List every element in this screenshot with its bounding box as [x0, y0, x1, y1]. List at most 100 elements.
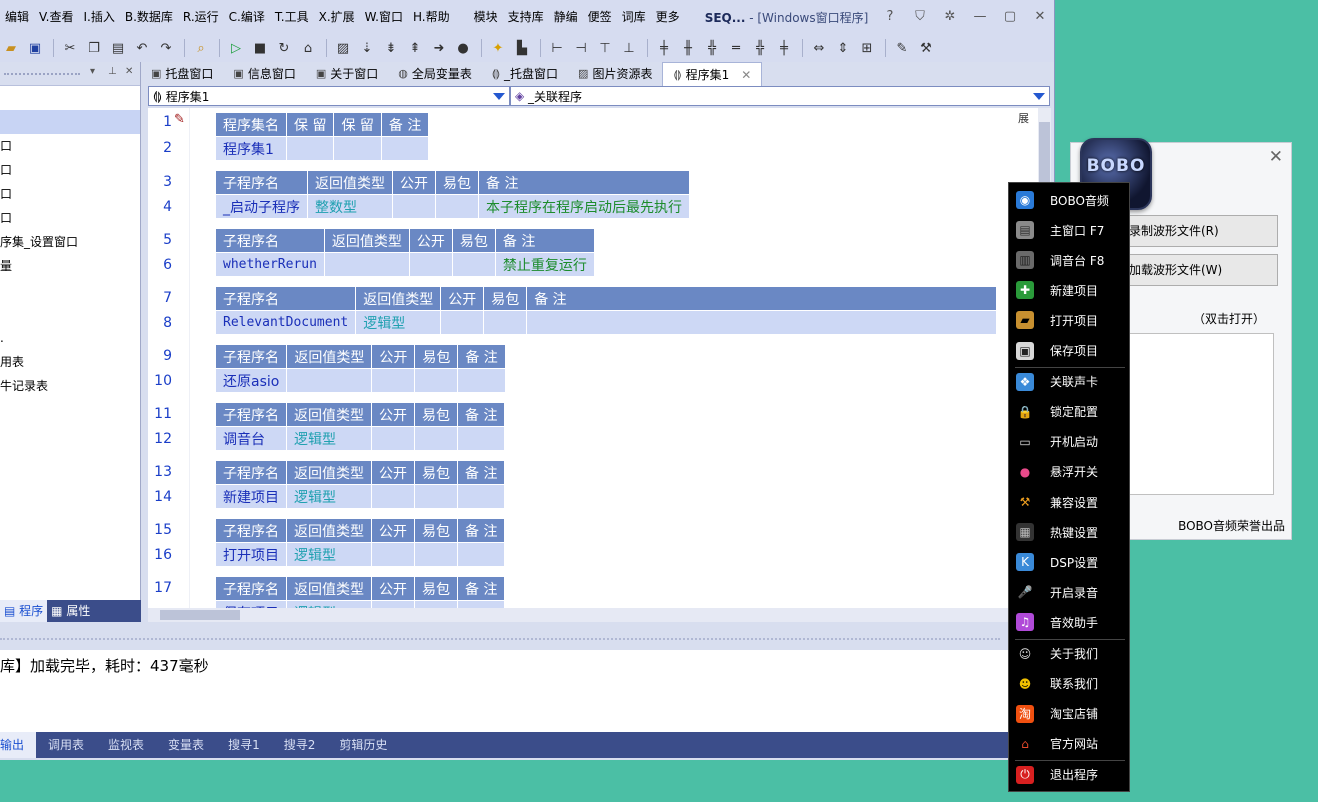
- compile-icon[interactable]: ⌂: [297, 37, 319, 59]
- return-type-cell[interactable]: 逻辑型: [355, 310, 442, 335]
- distribute-v-icon[interactable]: ╪: [773, 37, 795, 59]
- tab-watch[interactable]: 监视表: [96, 732, 156, 758]
- tab-clip-history[interactable]: 剪辑历史: [327, 732, 399, 758]
- menu-compile[interactable]: C.编译: [224, 0, 270, 34]
- window-icon[interactable]: ▙: [511, 37, 533, 59]
- popup-menu-item[interactable]: ▭ 开机启动: [1009, 427, 1129, 457]
- easy-pack-cell[interactable]: [414, 484, 458, 509]
- tree-item[interactable]: 序集_设置窗口: [0, 230, 140, 254]
- wave-file-list[interactable]: [1126, 333, 1274, 495]
- return-type-cell[interactable]: [323, 252, 410, 277]
- tree-item[interactable]: [0, 278, 140, 302]
- popup-menu-item[interactable]: 淘 淘宝店铺: [1009, 699, 1129, 729]
- code-editor[interactable]: 1 ✎ 2 3 4 5 6 7 8 9 10 11 12 13 14 15 16…: [148, 108, 1051, 608]
- tab-image-resources[interactable]: ▨ 图片资源表: [568, 62, 662, 86]
- same-height-icon[interactable]: ⇕: [832, 37, 854, 59]
- popup-menu-item[interactable]: ● 悬浮开关: [1009, 457, 1129, 487]
- menu-run[interactable]: R.运行: [178, 0, 224, 34]
- pin-icon[interactable]: ⊥: [108, 66, 117, 77]
- easy-pack-cell[interactable]: [451, 252, 496, 277]
- horizontal-scrollbar[interactable]: [148, 608, 1051, 622]
- same-width-icon[interactable]: ⇔: [808, 37, 830, 59]
- tree-item-selected[interactable]: [0, 110, 140, 134]
- tab-properties[interactable]: ▦ 属性: [47, 600, 94, 622]
- space-h-icon[interactable]: ╬: [701, 37, 723, 59]
- tree-item[interactable]: 口: [0, 182, 140, 206]
- close-icon[interactable]: ✕: [1025, 0, 1054, 34]
- easy-pack-cell[interactable]: [414, 600, 458, 608]
- return-type-cell[interactable]: [286, 368, 373, 393]
- menu-more[interactable]: 更多: [651, 0, 685, 34]
- pen-icon[interactable]: ✎: [891, 37, 913, 59]
- align-right-icon[interactable]: ⊣: [570, 37, 592, 59]
- help-icon[interactable]: ?: [875, 0, 905, 34]
- menu-window[interactable]: W.窗口: [360, 0, 408, 34]
- find-icon[interactable]: ⌕: [190, 37, 212, 59]
- align-bottom-icon[interactable]: ⊥: [618, 37, 640, 59]
- tree-item[interactable]: 口: [0, 206, 140, 230]
- menu-static-compile[interactable]: 静编: [549, 0, 583, 34]
- popup-menu-item[interactable]: ☻ 联系我们: [1009, 669, 1129, 699]
- tab-output[interactable]: 输出: [0, 732, 37, 758]
- run-icon[interactable]: ▷: [225, 37, 247, 59]
- menu-insert[interactable]: I.插入: [79, 0, 120, 34]
- close-icon[interactable]: ✕: [1269, 147, 1283, 167]
- tab-search1[interactable]: 搜寻1: [216, 732, 272, 758]
- public-cell[interactable]: [440, 310, 485, 335]
- tab-program[interactable]: ▤ 程序: [0, 600, 48, 622]
- minimize-icon[interactable]: —: [965, 0, 995, 34]
- tab-tray-window[interactable]: ▣ 托盘窗口: [141, 62, 223, 86]
- scrollbar-thumb[interactable]: [1039, 122, 1050, 182]
- tree-item[interactable]: .: [0, 326, 140, 350]
- return-type-cell[interactable]: 逻辑型: [286, 484, 372, 509]
- menu-module[interactable]: 模块: [469, 0, 503, 34]
- return-type-cell[interactable]: 逻辑型: [286, 542, 372, 567]
- public-cell[interactable]: [371, 368, 416, 393]
- note-cell[interactable]: 禁止重复运行: [494, 252, 595, 277]
- subroutine-name-cell[interactable]: 还原asio: [214, 368, 288, 393]
- tree-item[interactable]: [0, 302, 140, 326]
- maximize-icon[interactable]: ▢: [995, 0, 1025, 34]
- assembly-select[interactable]: ⟬⟭ 程序集1: [148, 86, 510, 106]
- paste-icon[interactable]: ▤: [107, 37, 129, 59]
- public-cell[interactable]: [371, 426, 415, 451]
- subroutine-name-cell[interactable]: _启动子程序: [215, 194, 308, 219]
- load-wave-button[interactable]: 加载波形文件(W): [1126, 254, 1278, 286]
- return-type-cell[interactable]: 整数型: [307, 194, 393, 219]
- note-cell[interactable]: [456, 484, 506, 509]
- note-cell[interactable]: 本子程序在程序启动后最先执行: [478, 194, 690, 219]
- close-icon[interactable]: ✕: [741, 63, 751, 87]
- lightbulb-icon[interactable]: ✦: [487, 37, 509, 59]
- tree-item[interactable]: 牛记录表: [0, 374, 140, 398]
- popup-menu-item[interactable]: 🔒 锁定配置: [1009, 397, 1129, 427]
- popup-menu-item[interactable]: ▰ 打开项目: [1009, 305, 1129, 335]
- redo-icon[interactable]: ↷: [155, 37, 177, 59]
- breakpoint-icon[interactable]: ●: [452, 37, 474, 59]
- popup-menu-item[interactable]: ⚒ 兼容设置: [1009, 487, 1129, 517]
- scrollbar-thumb[interactable]: [160, 610, 240, 620]
- undo-icon[interactable]: ↶: [131, 37, 153, 59]
- debug-step-into-icon[interactable]: ⇣: [356, 37, 378, 59]
- stop-icon[interactable]: ■: [249, 37, 271, 59]
- popup-menu-item[interactable]: ❖ 关联声卡: [1009, 367, 1129, 397]
- popup-menu-item[interactable]: ✚ 新建项目: [1009, 275, 1129, 305]
- subroutine-name-cell[interactable]: whetherRerun: [215, 252, 325, 277]
- arrow-right-icon[interactable]: ➜: [428, 37, 450, 59]
- easy-pack-cell[interactable]: [435, 194, 479, 219]
- tab-tray-window-code[interactable]: ⟬⟭ _托盘窗口: [482, 62, 568, 86]
- menu-tools[interactable]: T.工具: [270, 0, 314, 34]
- note-cell[interactable]: [456, 600, 506, 608]
- distribute-h-icon[interactable]: ╬: [749, 37, 771, 59]
- gear-icon[interactable]: ✲: [935, 0, 965, 34]
- open-folder-icon[interactable]: ▰: [0, 37, 22, 59]
- easy-pack-cell[interactable]: [414, 542, 458, 567]
- popup-menu-item[interactable]: K DSP设置: [1009, 547, 1129, 577]
- center-h-icon[interactable]: ╪: [653, 37, 675, 59]
- chevron-down-icon[interactable]: [493, 93, 505, 100]
- tab-search2[interactable]: 搜寻2: [272, 732, 328, 758]
- public-cell[interactable]: [408, 252, 453, 277]
- public-cell[interactable]: [371, 484, 415, 509]
- easy-pack-cell[interactable]: [414, 426, 458, 451]
- copy-icon[interactable]: ❐: [83, 37, 105, 59]
- note-cell[interactable]: [456, 426, 506, 451]
